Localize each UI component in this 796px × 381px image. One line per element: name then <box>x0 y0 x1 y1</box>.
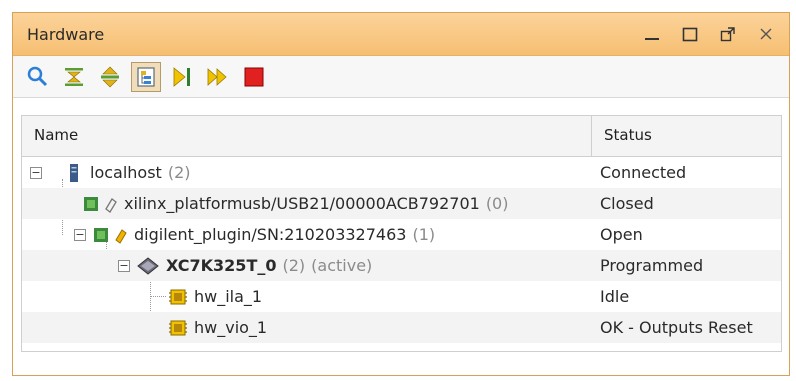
title-bar[interactable]: Hardware <box>13 13 789 56</box>
row-label: XC7K325T_0 <box>166 256 277 275</box>
float-button[interactable] <box>715 21 741 47</box>
maximize-icon <box>682 27 698 42</box>
collapse-toggle[interactable]: − <box>74 228 86 241</box>
table-row[interactable]: − localhost (2) Connected <box>22 157 781 188</box>
table-row[interactable]: − XC7K325T_0 (2) (active) Programmed <box>22 250 781 281</box>
jtag-cable-icon <box>84 196 117 213</box>
collapse-all-icon <box>65 67 83 86</box>
table-header: Name Status <box>22 116 781 157</box>
run-trigger-immediate-button[interactable] <box>203 62 233 92</box>
table-row[interactable]: hw_vio_1 OK - Outputs Reset <box>22 312 781 343</box>
row-label: localhost <box>90 163 162 182</box>
table-row[interactable]: xilinx_platformusb/USB21/00000ACB792701 … <box>22 188 781 219</box>
maximize-button[interactable] <box>677 21 703 47</box>
row-active-flag: (active) <box>311 256 373 275</box>
row-status: OK - Outputs Reset <box>600 318 753 337</box>
row-count: (0) <box>485 194 509 213</box>
minimize-button[interactable] <box>639 21 665 47</box>
row-label: xilinx_platformusb/USB21/00000ACB792701 <box>124 194 480 213</box>
column-header-status[interactable]: Status <box>592 116 664 156</box>
debug-core-icon <box>169 289 187 304</box>
run-trigger-immediate-icon <box>207 67 227 86</box>
table-row[interactable]: − digilent_plugin/SN:210203327463 (1) Op… <box>22 219 781 250</box>
row-status: Connected <box>600 163 687 182</box>
hierarchy-icon <box>137 66 155 87</box>
collapse-all-button[interactable] <box>59 62 89 92</box>
server-icon <box>70 163 78 182</box>
row-count: (2) <box>282 256 306 275</box>
hardware-panel: Hardware Name Status − localhost (2) Con… <box>12 12 790 376</box>
row-count: (2) <box>167 163 191 182</box>
panel-title: Hardware <box>27 25 105 44</box>
row-status: Programmed <box>600 256 704 275</box>
row-status: Open <box>600 225 643 244</box>
row-status: Closed <box>600 194 654 213</box>
debug-core-icon <box>169 320 187 335</box>
stop-button[interactable] <box>239 62 269 92</box>
float-icon <box>720 27 735 42</box>
row-status: Idle <box>600 287 630 306</box>
minimize-icon <box>645 38 659 40</box>
run-trigger-icon <box>173 66 190 87</box>
row-label: hw_vio_1 <box>194 318 268 337</box>
fpga-device-icon <box>137 256 159 275</box>
search-button[interactable] <box>23 62 53 92</box>
collapse-toggle[interactable]: − <box>118 259 130 272</box>
hardware-tree-table: Name Status − localhost (2) Connected xi… <box>21 115 782 352</box>
table-row[interactable]: hw_ila_1 Idle <box>22 281 781 312</box>
close-button[interactable] <box>753 21 779 47</box>
search-icon <box>27 66 48 86</box>
close-icon <box>760 28 772 40</box>
row-count: (1) <box>412 225 436 244</box>
table-body: − localhost (2) Connected xilinx_platfor… <box>22 157 781 343</box>
hierarchy-toggle-button[interactable] <box>131 61 161 92</box>
collapse-toggle[interactable]: − <box>30 166 42 179</box>
run-trigger-button[interactable] <box>167 62 197 92</box>
jtag-cable-icon <box>94 227 127 244</box>
row-label: hw_ila_1 <box>194 287 263 306</box>
stop-icon <box>244 67 264 86</box>
column-header-name[interactable]: Name <box>22 116 592 156</box>
expand-all-button[interactable] <box>95 62 125 92</box>
expand-all-icon <box>101 66 119 87</box>
row-label: digilent_plugin/SN:210203327463 <box>134 225 407 244</box>
toolbar <box>13 56 789 98</box>
